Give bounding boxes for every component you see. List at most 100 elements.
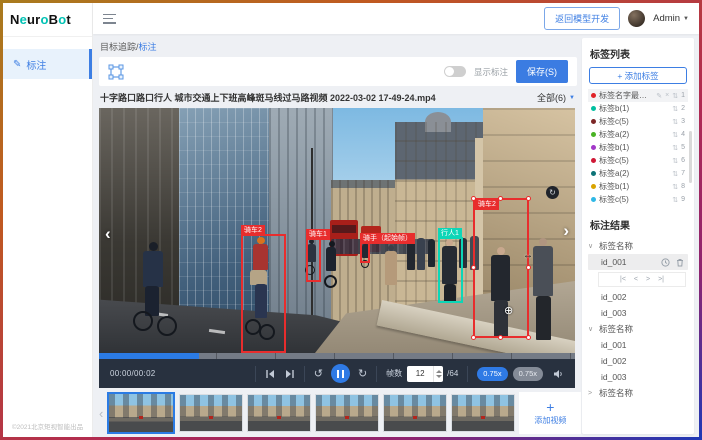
- pager-first[interactable]: |<: [620, 276, 626, 283]
- video-thumbnail-1[interactable]: [107, 392, 175, 434]
- label-row[interactable]: 标签b(1) ⇅8: [588, 180, 688, 193]
- annotation-results: 标注结果 ∨ 标签名称 id_001 |< <: [588, 217, 688, 401]
- result-id-selected[interactable]: id_001: [588, 254, 688, 270]
- result-id[interactable]: id_003: [588, 305, 688, 321]
- resize-handle[interactable]: [471, 196, 476, 201]
- volume-icon[interactable]: [553, 369, 564, 379]
- breadcrumb-parent[interactable]: 目标追踪: [100, 42, 136, 52]
- video-canvas[interactable]: 骑车2 骑车1 骑手（起始帧） 行人1 骑车2: [99, 108, 575, 353]
- history-icon[interactable]: [661, 258, 670, 267]
- edit-icon[interactable]: ✎: [656, 92, 662, 100]
- pager-last[interactable]: >|: [658, 276, 664, 283]
- save-button[interactable]: 保存(S): [516, 60, 568, 83]
- video-thumbnail-2[interactable]: [179, 394, 243, 432]
- sort-icon[interactable]: ⇅: [672, 144, 678, 152]
- scene-pedestrian: [536, 296, 551, 340]
- result-id[interactable]: id_003: [588, 369, 688, 385]
- filmstrip-prev-arrow[interactable]: ‹: [99, 407, 103, 420]
- scene-pedestrian: [428, 239, 435, 267]
- video-progress-bar[interactable]: [99, 353, 575, 359]
- sort-icon[interactable]: ⇅: [672, 118, 678, 126]
- label-row[interactable]: 标签c(5) ⇅9: [588, 193, 688, 206]
- delete-icon[interactable]: ×: [665, 92, 669, 99]
- video-thumbnail-3[interactable]: [247, 394, 311, 432]
- frame-number-input[interactable]: [407, 366, 433, 382]
- bbox-pedestrian1[interactable]: 行人1: [438, 237, 463, 303]
- scene-pedestrian: [417, 238, 425, 270]
- bbox-rider2-selected[interactable]: 骑车2: [473, 198, 529, 338]
- video-filter-dropdown[interactable]: 全部(6)▼: [537, 91, 575, 104]
- label-color-dot: [591, 119, 596, 124]
- bbox-tool-icon[interactable]: [108, 64, 124, 80]
- bbox-rider1[interactable]: 骑车1: [306, 238, 321, 282]
- result-id[interactable]: id_002: [588, 353, 688, 369]
- show-annotations-toggle[interactable]: [444, 66, 466, 77]
- label-row[interactable]: 标签b(1) ⇅5: [588, 141, 688, 154]
- sort-icon[interactable]: ⇅: [672, 196, 678, 204]
- rotate-handle-icon[interactable]: ↻: [546, 186, 559, 199]
- user-menu[interactable]: Admin▼: [653, 13, 689, 24]
- resize-handle[interactable]: [526, 196, 531, 201]
- sort-icon[interactable]: ⇅: [672, 92, 678, 100]
- label-row[interactable]: 标签a(2) ⇅4: [588, 128, 688, 141]
- sort-icon[interactable]: ⇅: [672, 157, 678, 165]
- label-row[interactable]: 标签b(1) ⇅2: [588, 102, 688, 115]
- resize-handle[interactable]: [471, 265, 476, 270]
- pager-next[interactable]: >: [646, 276, 650, 283]
- sort-icon[interactable]: ⇅: [672, 170, 678, 178]
- filmstrip: ‹ + 添加视频 ›: [99, 390, 577, 436]
- frame-stepper[interactable]: [433, 366, 443, 382]
- resize-handle[interactable]: [526, 335, 531, 340]
- scene-pedestrian: [539, 238, 547, 246]
- result-group[interactable]: ∨ 标签名称: [588, 321, 688, 337]
- avatar[interactable]: [628, 10, 645, 27]
- result-id[interactable]: id_001: [588, 337, 688, 353]
- add-video-button[interactable]: + 添加视频: [519, 392, 581, 434]
- pager-prev[interactable]: <: [634, 276, 638, 283]
- resize-handle[interactable]: [526, 265, 531, 270]
- pencil-icon: ✎: [13, 59, 21, 70]
- rewind-10-icon[interactable]: ↺: [314, 367, 323, 380]
- bbox-label: 骑车2: [475, 199, 499, 210]
- label-color-dot: [591, 158, 596, 163]
- sort-icon[interactable]: ⇅: [672, 131, 678, 139]
- resize-handle[interactable]: [498, 335, 503, 340]
- video-thumbnail-5[interactable]: [383, 394, 447, 432]
- speed-active-pill[interactable]: 0.75x: [477, 367, 507, 381]
- bbox-rider2[interactable]: 骑车2: [241, 234, 286, 353]
- trash-icon[interactable]: [676, 258, 684, 267]
- next-frame-icon[interactable]: [285, 369, 295, 379]
- forward-10-icon[interactable]: ↻: [358, 367, 367, 380]
- label-row[interactable]: 标签a(2) ⇅7: [588, 167, 688, 180]
- bbox-label: 行人1: [438, 228, 462, 239]
- label-row[interactable]: 标签c(5) ⇅6: [588, 154, 688, 167]
- result-group[interactable]: > 标签名称: [588, 385, 688, 401]
- sort-icon[interactable]: ⇅: [672, 183, 678, 191]
- pause-button[interactable]: [331, 364, 350, 383]
- chevron-down-icon: ▼: [683, 16, 689, 22]
- resize-handle[interactable]: [498, 196, 503, 201]
- frame-pager: |< < > >|: [598, 272, 686, 287]
- frame-total-label: /64: [447, 369, 458, 378]
- video-thumbnail-6[interactable]: [451, 394, 515, 432]
- speed-inactive-pill[interactable]: 0.75x: [513, 367, 543, 381]
- result-id[interactable]: id_002: [588, 289, 688, 305]
- video-thumbnail-4[interactable]: [315, 394, 379, 432]
- scrollbar[interactable]: [689, 131, 692, 183]
- video-title: 十字路口路口行人 城市交通上下班高峰斑马线过马路视频 2022-03-02 17…: [100, 91, 436, 104]
- back-to-model-dev-button[interactable]: 返回模型开发: [544, 7, 620, 30]
- result-group[interactable]: ∨ 标签名称: [588, 238, 688, 254]
- prev-video-arrow[interactable]: ‹: [105, 225, 111, 242]
- sidebar-item-annotate[interactable]: ✎ 标注: [3, 49, 92, 79]
- label-row[interactable]: 标签c(5) ⇅3: [588, 115, 688, 128]
- prev-frame-icon[interactable]: [265, 369, 275, 379]
- menu-fold-icon[interactable]: [103, 14, 116, 24]
- bbox-rider-start-frame[interactable]: 骑手（起始帧）: [360, 242, 370, 263]
- next-video-arrow[interactable]: ›: [563, 222, 569, 239]
- video-player: 骑车2 骑车1 骑手（起始帧） 行人1 骑车2: [99, 108, 575, 388]
- resize-handle[interactable]: [471, 335, 476, 340]
- add-label-button[interactable]: + 添加标签: [589, 67, 687, 84]
- sort-icon[interactable]: ⇅: [672, 105, 678, 113]
- resize-cursor-icon: ↔: [523, 250, 533, 261]
- label-row[interactable]: 标签名字最长数... ✎ × ⇅ 1: [588, 89, 688, 102]
